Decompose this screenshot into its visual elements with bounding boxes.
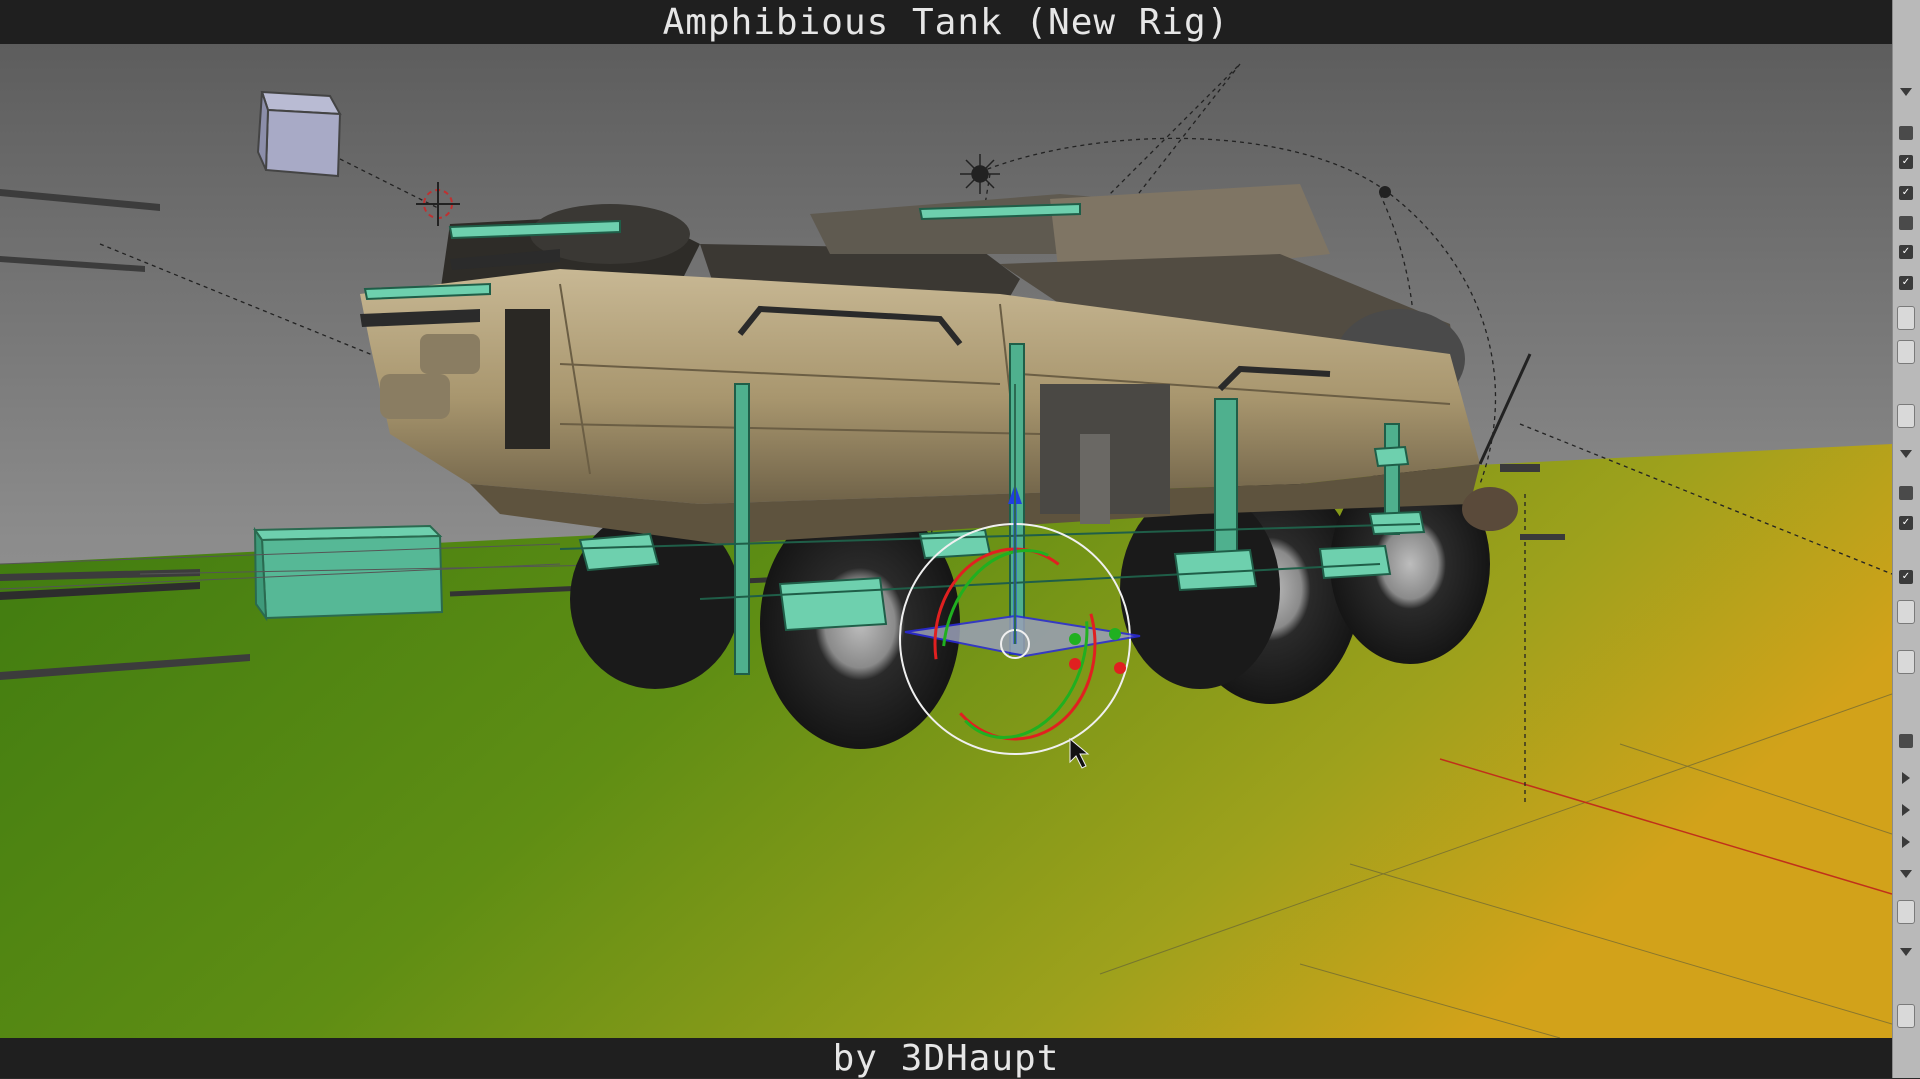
expand-triangle-icon[interactable]: [1900, 948, 1912, 956]
checkbox-icon[interactable]: ✓: [1899, 245, 1913, 259]
collapse-triangle-icon[interactable]: [1902, 804, 1910, 816]
collapse-triangle-icon[interactable]: [1902, 836, 1910, 848]
field-icon[interactable]: [1897, 1004, 1915, 1028]
left-block: [253, 524, 444, 622]
camera-cube: [256, 90, 342, 178]
checkbox-icon[interactable]: ✓: [1899, 570, 1913, 584]
pivot-point: [1379, 186, 1391, 198]
field-icon[interactable]: [1897, 900, 1915, 924]
checkbox-icon[interactable]: ✓: [1899, 516, 1913, 530]
checkbox-icon[interactable]: ✓: [1899, 186, 1913, 200]
checkbox-icon[interactable]: [1899, 216, 1913, 230]
field-icon[interactable]: [1897, 306, 1915, 330]
scene-title: Amphibious Tank (New Rig): [662, 1, 1230, 43]
author-credit: by 3DHaupt: [832, 1037, 1060, 1079]
checkbox-icon[interactable]: [1899, 126, 1913, 140]
checkbox-icon[interactable]: [1899, 734, 1913, 748]
light-icon: [960, 154, 1000, 194]
expand-triangle-icon[interactable]: [1900, 870, 1912, 878]
viewport-canvas[interactable]: [0, 44, 1892, 1038]
field-icon[interactable]: [1897, 340, 1915, 364]
field-icon[interactable]: [1897, 600, 1915, 624]
checkbox-icon[interactable]: ✓: [1899, 276, 1913, 290]
field-icon[interactable]: [1897, 650, 1915, 674]
checkbox-icon[interactable]: ✓: [1899, 155, 1913, 169]
collapse-triangle-icon[interactable]: [1902, 772, 1910, 784]
3d-viewport[interactable]: [0, 44, 1892, 1038]
credit-bar: by 3DHaupt: [0, 1037, 1892, 1079]
field-icon[interactable]: [1897, 404, 1915, 428]
expand-triangle-icon[interactable]: [1900, 88, 1912, 96]
title-bar: Amphibious Tank (New Rig): [0, 0, 1892, 44]
checkbox-icon[interactable]: [1899, 486, 1913, 500]
properties-panel[interactable]: ✓ ✓ ✓ ✓ ✓ ✓: [1892, 0, 1920, 1078]
expand-triangle-icon[interactable]: [1900, 450, 1912, 458]
